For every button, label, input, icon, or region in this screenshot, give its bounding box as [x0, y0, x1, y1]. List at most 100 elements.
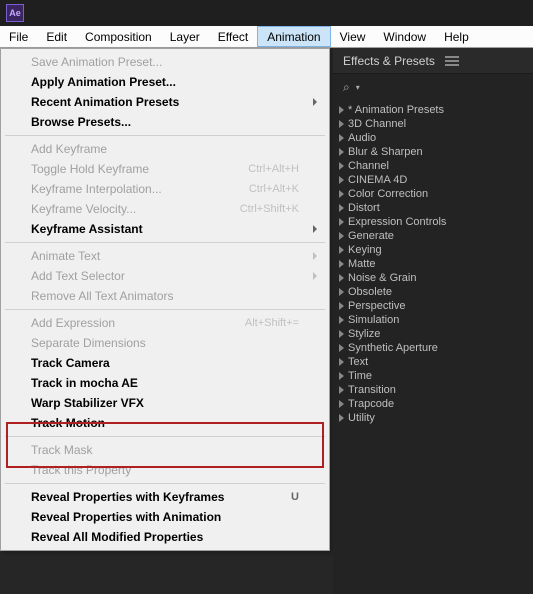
tree-item[interactable]: Noise & Grain	[333, 271, 533, 285]
tree-item-label: Perspective	[348, 300, 405, 312]
tree-item-label: Noise & Grain	[348, 272, 416, 284]
menu-effect[interactable]: Effect	[209, 26, 257, 47]
menu-bar: FileEditCompositionLayerEffectAnimationV…	[0, 26, 533, 48]
tree-item[interactable]: CINEMA 4D	[333, 173, 533, 187]
menu-file[interactable]: File	[0, 26, 37, 47]
panel-header: Effects & Presets	[333, 48, 533, 74]
disclosure-triangle-icon	[339, 344, 344, 352]
tree-item[interactable]: Generate	[333, 229, 533, 243]
disclosure-triangle-icon	[339, 232, 344, 240]
disclosure-triangle-icon	[339, 162, 344, 170]
menu-item[interactable]: Browse Presets...	[3, 112, 327, 132]
tree-item[interactable]: Text	[333, 355, 533, 369]
tree-item[interactable]: Obsolete	[333, 285, 533, 299]
tree-item-label: Blur & Sharpen	[348, 146, 423, 158]
panel-menu-icon[interactable]	[445, 56, 459, 66]
disclosure-triangle-icon	[339, 120, 344, 128]
menu-item[interactable]: Recent Animation Presets	[3, 92, 327, 112]
menu-item-label: Remove All Text Animators	[31, 289, 174, 303]
menu-item-label: Add Text Selector	[31, 269, 125, 283]
menu-item-label: Toggle Hold Keyframe	[31, 162, 149, 176]
search-icon: ⌕	[343, 80, 350, 95]
panel-title: Effects & Presets	[343, 54, 435, 68]
menu-item-label: Reveal All Modified Properties	[31, 530, 203, 544]
tree-item[interactable]: Channel	[333, 159, 533, 173]
tree-item[interactable]: Time	[333, 369, 533, 383]
menu-item[interactable]: Keyframe Assistant	[3, 219, 327, 239]
tree-item[interactable]: * Animation Presets	[333, 103, 533, 117]
effects-presets-panel: Effects & Presets ⌕ ▾ * Animation Preset…	[333, 48, 533, 594]
menu-layer[interactable]: Layer	[161, 26, 209, 47]
disclosure-triangle-icon	[339, 246, 344, 254]
workspace: Save Animation Preset... Apply Animation …	[0, 48, 533, 594]
menu-item[interactable]: Track Camera	[3, 353, 327, 373]
menu-item-label: Track Mask	[31, 443, 93, 457]
menu-composition[interactable]: Composition	[76, 26, 161, 47]
menu-animation[interactable]: Animation	[257, 26, 330, 47]
disclosure-triangle-icon	[339, 190, 344, 198]
menu-item: Separate Dimensions	[3, 333, 327, 353]
menu-item: Add Keyframe	[3, 139, 327, 159]
tree-item[interactable]: Simulation	[333, 313, 533, 327]
tree-item-label: CINEMA 4D	[348, 174, 407, 186]
tree-item[interactable]: Trapcode	[333, 397, 533, 411]
tree-item-label: Obsolete	[348, 286, 392, 298]
chevron-down-icon: ▾	[356, 83, 360, 92]
disclosure-triangle-icon	[339, 372, 344, 380]
tree-item-label: Keying	[348, 244, 382, 256]
tree-item[interactable]: Color Correction	[333, 187, 533, 201]
effects-tree: * Animation Presets3D ChannelAudioBlur &…	[333, 101, 533, 427]
tree-item[interactable]: Audio	[333, 131, 533, 145]
menu-item: Track Mask	[3, 440, 327, 460]
disclosure-triangle-icon	[339, 386, 344, 394]
menu-view[interactable]: View	[331, 26, 375, 47]
menu-window[interactable]: Window	[374, 26, 435, 47]
menu-item-label: Keyframe Assistant	[31, 222, 143, 236]
tree-item[interactable]: Expression Controls	[333, 215, 533, 229]
tree-item[interactable]: Blur & Sharpen	[333, 145, 533, 159]
panel-search[interactable]: ⌕ ▾	[333, 74, 533, 101]
menu-separator	[5, 436, 325, 437]
menu-item[interactable]: Track Motion	[3, 413, 327, 433]
disclosure-triangle-icon	[339, 176, 344, 184]
tree-item-label: Channel	[348, 160, 389, 172]
menu-item[interactable]: Reveal All Modified Properties	[3, 527, 327, 547]
disclosure-triangle-icon	[339, 288, 344, 296]
app-logo-text: Ae	[9, 8, 21, 18]
tree-item-label: Color Correction	[348, 188, 428, 200]
menu-separator	[5, 309, 325, 310]
tree-item[interactable]: Stylize	[333, 327, 533, 341]
tree-item[interactable]: Matte	[333, 257, 533, 271]
tree-item[interactable]: Distort	[333, 201, 533, 215]
tree-item[interactable]: Synthetic Aperture	[333, 341, 533, 355]
tree-item[interactable]: Perspective	[333, 299, 533, 313]
disclosure-triangle-icon	[339, 330, 344, 338]
menu-item[interactable]: Apply Animation Preset...	[3, 72, 327, 92]
disclosure-triangle-icon	[339, 316, 344, 324]
tree-item[interactable]: Keying	[333, 243, 533, 257]
menu-item[interactable]: Reveal Properties with Animation	[3, 507, 327, 527]
menu-item: Remove All Text Animators	[3, 286, 327, 306]
menu-item-label: Recent Animation Presets	[31, 95, 179, 109]
tree-item-label: Simulation	[348, 314, 399, 326]
tree-item-label: Text	[348, 356, 368, 368]
tree-item-label: Stylize	[348, 328, 380, 340]
tree-item-label: Expression Controls	[348, 216, 446, 228]
menu-item-label: Save Animation Preset...	[31, 55, 162, 69]
tree-item[interactable]: Transition	[333, 383, 533, 397]
title-bar: Ae	[0, 0, 533, 26]
menu-edit[interactable]: Edit	[37, 26, 76, 47]
tree-item[interactable]: 3D Channel	[333, 117, 533, 131]
menu-item[interactable]: Warp Stabilizer VFX	[3, 393, 327, 413]
disclosure-triangle-icon	[339, 148, 344, 156]
menu-item-label: Keyframe Interpolation...	[31, 182, 162, 196]
menu-item-label: Browse Presets...	[31, 115, 131, 129]
menu-item: Keyframe Velocity...Ctrl+Shift+K	[3, 199, 327, 219]
menu-item[interactable]: Reveal Properties with KeyframesU	[3, 487, 327, 507]
disclosure-triangle-icon	[339, 302, 344, 310]
menu-help[interactable]: Help	[435, 26, 478, 47]
tree-item[interactable]: Utility	[333, 411, 533, 425]
tree-item-label: Trapcode	[348, 398, 394, 410]
menu-item[interactable]: Track in mocha AE	[3, 373, 327, 393]
menu-item-label: Track Camera	[31, 356, 110, 370]
